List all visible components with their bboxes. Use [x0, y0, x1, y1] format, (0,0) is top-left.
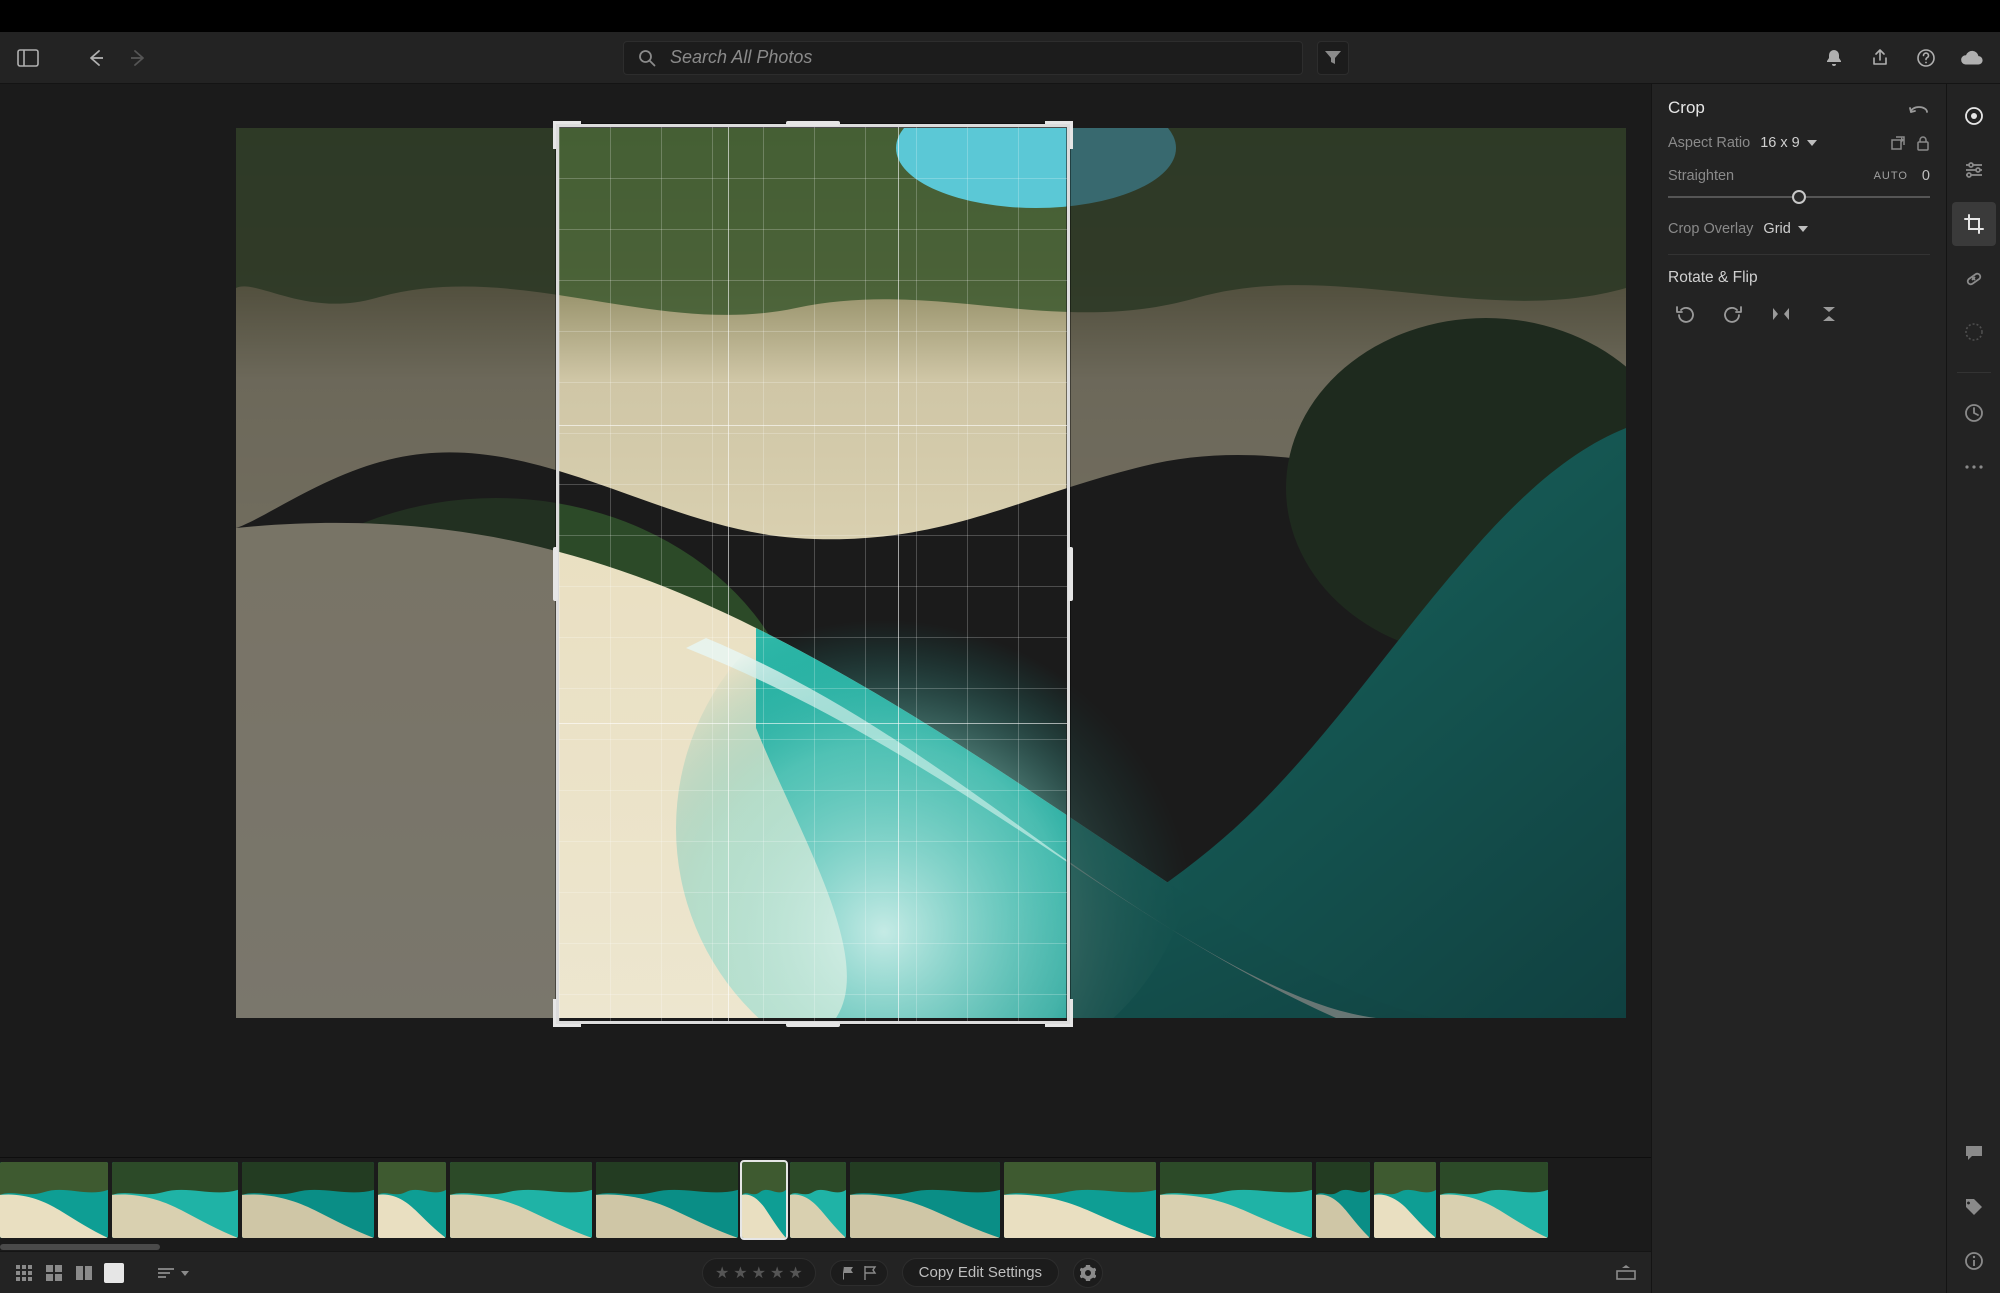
crop-panel: Crop Aspect Ratio 16 x 9 [1651, 84, 1946, 1293]
crop-frame[interactable] [556, 124, 1070, 1024]
filmstrip-scrollbar[interactable] [0, 1243, 1651, 1251]
filmstrip[interactable] [0, 1157, 1651, 1243]
masking-tool-icon[interactable] [1952, 310, 1996, 354]
flag-reject-icon[interactable] [863, 1265, 877, 1281]
filter-button[interactable] [1317, 41, 1349, 75]
star-icon[interactable]: ★ [733, 1263, 747, 1283]
straighten-label: Straighten [1668, 168, 1734, 184]
nav-back-icon[interactable] [84, 46, 108, 70]
filmstrip-thumb[interactable] [742, 1162, 786, 1238]
crop-overlay-label: Crop Overlay [1668, 221, 1753, 237]
crop-handle-bottom[interactable] [786, 1022, 840, 1027]
top-toolbar [0, 32, 2000, 84]
rotate-ccw-icon[interactable] [1672, 301, 1698, 327]
filmstrip-thumb[interactable] [450, 1162, 592, 1238]
filmstrip-thumb[interactable] [1374, 1162, 1436, 1238]
help-icon[interactable] [1914, 46, 1938, 70]
star-icon[interactable]: ★ [770, 1263, 784, 1283]
view-detail-icon[interactable] [104, 1263, 124, 1283]
lock-aspect-icon[interactable] [1916, 135, 1930, 151]
share-icon[interactable] [1868, 46, 1892, 70]
aspect-ratio-value[interactable]: 16 x 9 [1760, 135, 1800, 151]
filmstrip-thumb[interactable] [596, 1162, 738, 1238]
notifications-icon[interactable] [1822, 46, 1846, 70]
filmstrip-thumb[interactable] [112, 1162, 238, 1238]
flip-horizontal-icon[interactable] [1768, 301, 1794, 327]
filmstrip-thumb[interactable] [790, 1162, 846, 1238]
rating-stars[interactable]: ★ ★ ★ ★ ★ [702, 1258, 816, 1288]
sidebar-toggle-icon[interactable] [16, 46, 40, 70]
edit-tool-icon[interactable] [1952, 94, 1996, 138]
crop-grid-overlay [559, 127, 1067, 1021]
info-icon[interactable] [1952, 1239, 1996, 1283]
crop-tool-icon[interactable] [1952, 202, 1996, 246]
filmstrip-thumb[interactable] [850, 1162, 1000, 1238]
filmstrip-thumb[interactable] [1160, 1162, 1312, 1238]
rotate-flip-heading: Rotate & Flip [1668, 269, 1930, 287]
filmstrip-thumb[interactable] [1440, 1162, 1548, 1238]
panel-title: Crop [1668, 98, 1705, 118]
healing-tool-icon[interactable] [1952, 256, 1996, 300]
filmstrip-thumb[interactable] [1316, 1162, 1370, 1238]
reset-crop-icon[interactable] [1908, 101, 1930, 115]
crop-handle-left[interactable] [553, 547, 558, 601]
flag-controls[interactable] [830, 1260, 888, 1286]
comments-icon[interactable] [1952, 1131, 1996, 1175]
aspect-ratio-label: Aspect Ratio [1668, 135, 1750, 151]
straighten-slider[interactable] [1668, 190, 1930, 204]
filmstrip-thumb[interactable] [0, 1162, 108, 1238]
cloud-sync-icon[interactable] [1960, 46, 1984, 70]
crop-handle-bottom-left[interactable] [553, 999, 581, 1027]
flag-pick-icon[interactable] [841, 1265, 855, 1281]
view-compare-icon[interactable] [74, 1263, 94, 1283]
rotate-aspect-icon[interactable] [1890, 135, 1906, 151]
crop-overlay-value[interactable]: Grid [1763, 221, 1790, 237]
crop-handle-right[interactable] [1068, 547, 1073, 601]
copy-edit-settings-button[interactable]: Copy Edit Settings [902, 1258, 1059, 1287]
search-icon [638, 49, 656, 67]
filmstrip-thumb[interactable] [242, 1162, 374, 1238]
filmstrip-thumb[interactable] [378, 1162, 446, 1238]
crop-handle-bottom-right[interactable] [1045, 999, 1073, 1027]
settings-gear-button[interactable] [1073, 1258, 1103, 1288]
flip-vertical-icon[interactable] [1816, 301, 1842, 327]
rotate-cw-icon[interactable] [1720, 301, 1746, 327]
chevron-down-icon[interactable] [1797, 224, 1809, 234]
straighten-auto-button[interactable]: AUTO [1874, 170, 1908, 182]
tool-rail [1946, 84, 2000, 1293]
keywords-icon[interactable] [1952, 1185, 1996, 1229]
star-icon[interactable]: ★ [752, 1263, 766, 1283]
versions-tool-icon[interactable] [1952, 391, 1996, 435]
crop-handle-top[interactable] [786, 121, 840, 126]
sort-icon[interactable] [156, 1263, 190, 1283]
star-icon[interactable]: ★ [788, 1263, 802, 1283]
chevron-down-icon[interactable] [1806, 138, 1818, 148]
view-grid-large-icon[interactable] [44, 1263, 64, 1283]
sliders-tool-icon[interactable] [1952, 148, 1996, 192]
status-bar: ★ ★ ★ ★ ★ Copy Edit Settings [0, 1251, 1651, 1293]
filmstrip-scroll-thumb[interactable] [0, 1244, 160, 1250]
straighten-value[interactable]: 0 [1922, 168, 1930, 184]
toggle-filmstrip-icon[interactable] [1615, 1265, 1637, 1281]
search-box[interactable] [623, 41, 1303, 75]
filmstrip-thumb[interactable] [1004, 1162, 1156, 1238]
star-icon[interactable]: ★ [715, 1263, 729, 1283]
nav-forward-icon [126, 46, 150, 70]
crop-handle-top-left[interactable] [553, 121, 581, 149]
more-tools-icon[interactable] [1952, 445, 1996, 489]
view-grid-small-icon[interactable] [14, 1263, 34, 1283]
crop-handle-top-right[interactable] [1045, 121, 1073, 149]
search-input[interactable] [668, 46, 1288, 69]
image-canvas[interactable] [0, 84, 1651, 1157]
window-titlebar [0, 0, 2000, 32]
